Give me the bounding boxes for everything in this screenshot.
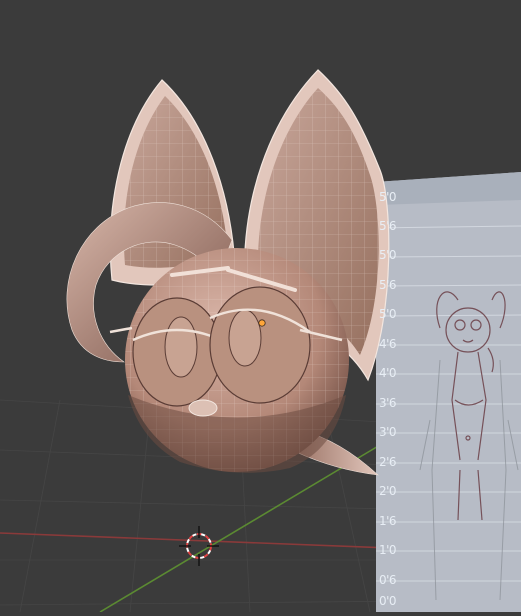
height-label: 0'6 — [379, 573, 397, 587]
viewport-canvas[interactable] — [0, 0, 521, 613]
height-label: 4'6 — [379, 337, 397, 351]
height-label: 4'0 — [379, 366, 397, 380]
height-label: 5'0 — [379, 248, 397, 262]
height-label: 5'0 — [379, 190, 397, 204]
height-label: 5'0 — [379, 307, 397, 321]
nose[interactable] — [188, 399, 218, 417]
height-label: 1'0 — [379, 543, 397, 557]
3d-viewport[interactable]: 5'0 5'6 5'0 5'6 5'0 4'6 4'0 3'6 3'0 2'6 … — [0, 0, 521, 613]
reference-image-plane[interactable] — [375, 172, 521, 612]
height-label: 5'6 — [379, 278, 397, 292]
selection-origin-dot — [258, 319, 266, 327]
height-label: 3'0 — [379, 425, 397, 439]
height-label: 3'6 — [379, 396, 397, 410]
height-label: 0'0 — [379, 594, 397, 608]
height-label: 1'6 — [379, 514, 397, 528]
height-label: 2'0 — [379, 484, 397, 498]
height-label: 2'6 — [379, 455, 397, 469]
height-label: 5'6 — [379, 219, 397, 233]
